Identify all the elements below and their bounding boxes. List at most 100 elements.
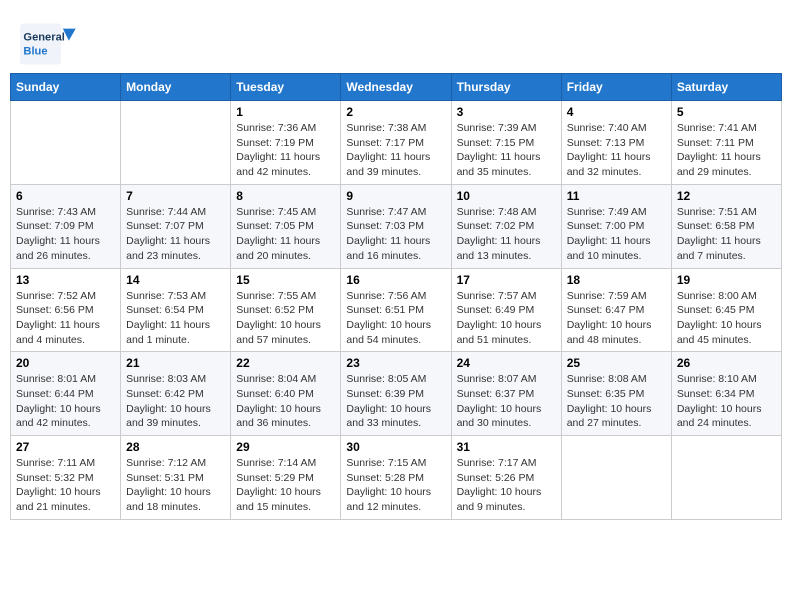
day-info: Sunrise: 7:55 AM Sunset: 6:52 PM Dayligh…	[236, 289, 335, 348]
calendar-week-row: 20 Sunrise: 8:01 AM Sunset: 6:44 PM Dayli…	[11, 352, 782, 436]
day-info: Sunrise: 8:00 AM Sunset: 6:45 PM Dayligh…	[677, 289, 776, 348]
calendar-week-row: 1 Sunrise: 7:36 AM Sunset: 7:19 PM Daylig…	[11, 101, 782, 185]
day-number: 30	[346, 440, 445, 454]
logo: General Blue	[20, 20, 80, 68]
calendar-cell: 21Sunrise: 8:03 AM Sunset: 6:42 PM Dayli…	[121, 352, 231, 436]
calendar-cell: 13 Sunrise: 7:52 AM Sunset: 6:56 PM Dayli…	[11, 268, 121, 352]
calendar-cell: 11Sunrise: 7:49 AM Sunset: 7:00 PM Dayli…	[561, 184, 671, 268]
calendar-cell: 9 Sunrise: 7:47 AM Sunset: 7:03 PM Daylig…	[341, 184, 451, 268]
weekday-header-tuesday: Tuesday	[231, 74, 341, 101]
day-info: Sunrise: 7:39 AM Sunset: 7:15 PM Dayligh…	[457, 121, 556, 180]
day-number: 6	[16, 189, 115, 203]
day-number: 21	[126, 356, 225, 370]
calendar-cell: 7 Sunrise: 7:44 AM Sunset: 7:07 PM Daylig…	[121, 184, 231, 268]
calendar-cell: 27 Sunrise: 7:11 AM Sunset: 5:32 PM Dayli…	[11, 436, 121, 520]
header: General Blue	[10, 10, 782, 73]
day-number: 27	[16, 440, 115, 454]
day-info: Sunrise: 7:52 AM Sunset: 6:56 PM Dayligh…	[16, 289, 115, 348]
day-info: Sunrise: 8:05 AM Sunset: 6:39 PM Dayligh…	[346, 372, 445, 431]
logo-svg: General Blue	[20, 20, 80, 68]
day-info: Sunrise: 8:10 AM Sunset: 6:34 PM Dayligh…	[677, 372, 776, 431]
weekday-header-thursday: Thursday	[451, 74, 561, 101]
day-info: Sunrise: 7:40 AM Sunset: 7:13 PM Dayligh…	[567, 121, 666, 180]
day-number: 24	[457, 356, 556, 370]
calendar-week-row: 27 Sunrise: 7:11 AM Sunset: 5:32 PM Dayli…	[11, 436, 782, 520]
day-number: 14	[126, 273, 225, 287]
day-info: Sunrise: 7:44 AM Sunset: 7:07 PM Dayligh…	[126, 205, 225, 264]
calendar-cell: 22 Sunrise: 8:04 AM Sunset: 6:40 PM Dayli…	[231, 352, 341, 436]
day-info: Sunrise: 7:53 AM Sunset: 6:54 PM Dayligh…	[126, 289, 225, 348]
day-info: Sunrise: 7:17 AM Sunset: 5:26 PM Dayligh…	[457, 456, 556, 515]
day-number: 9	[346, 189, 445, 203]
day-number: 15	[236, 273, 335, 287]
day-info: Sunrise: 8:04 AM Sunset: 6:40 PM Dayligh…	[236, 372, 335, 431]
day-number: 16	[346, 273, 445, 287]
calendar-cell: 17Sunrise: 7:57 AM Sunset: 6:49 PM Dayli…	[451, 268, 561, 352]
calendar-cell: 24 Sunrise: 8:07 AM Sunset: 6:37 PM Dayli…	[451, 352, 561, 436]
svg-text:General: General	[23, 32, 64, 44]
calendar-cell: 4 Sunrise: 7:40 AM Sunset: 7:13 PM Daylig…	[561, 101, 671, 185]
day-number: 3	[457, 105, 556, 119]
calendar-week-row: 13 Sunrise: 7:52 AM Sunset: 6:56 PM Dayli…	[11, 268, 782, 352]
calendar-cell: 25Sunrise: 8:08 AM Sunset: 6:35 PM Dayli…	[561, 352, 671, 436]
day-number: 20	[16, 356, 115, 370]
calendar-cell: 14 Sunrise: 7:53 AM Sunset: 6:54 PM Dayli…	[121, 268, 231, 352]
weekday-header-friday: Friday	[561, 74, 671, 101]
calendar-cell: 18 Sunrise: 7:59 AM Sunset: 6:47 PM Dayli…	[561, 268, 671, 352]
calendar-table: SundayMondayTuesdayWednesdayThursdayFrid…	[10, 73, 782, 520]
day-info: Sunrise: 8:08 AM Sunset: 6:35 PM Dayligh…	[567, 372, 666, 431]
calendar-cell	[11, 101, 121, 185]
day-number: 19	[677, 273, 776, 287]
day-number: 29	[236, 440, 335, 454]
day-number: 22	[236, 356, 335, 370]
day-info: Sunrise: 7:12 AM Sunset: 5:31 PM Dayligh…	[126, 456, 225, 515]
day-info: Sunrise: 7:48 AM Sunset: 7:02 PM Dayligh…	[457, 205, 556, 264]
day-number: 1	[236, 105, 335, 119]
calendar-cell: 6Sunrise: 7:43 AM Sunset: 7:09 PM Daylig…	[11, 184, 121, 268]
calendar-cell: 3 Sunrise: 7:39 AM Sunset: 7:15 PM Daylig…	[451, 101, 561, 185]
day-info: Sunrise: 7:14 AM Sunset: 5:29 PM Dayligh…	[236, 456, 335, 515]
calendar-cell: 2 Sunrise: 7:38 AM Sunset: 7:17 PM Daylig…	[341, 101, 451, 185]
day-info: Sunrise: 7:15 AM Sunset: 5:28 PM Dayligh…	[346, 456, 445, 515]
day-number: 18	[567, 273, 666, 287]
day-info: Sunrise: 7:59 AM Sunset: 6:47 PM Dayligh…	[567, 289, 666, 348]
day-number: 23	[346, 356, 445, 370]
calendar-week-row: 6Sunrise: 7:43 AM Sunset: 7:09 PM Daylig…	[11, 184, 782, 268]
day-info: Sunrise: 7:36 AM Sunset: 7:19 PM Dayligh…	[236, 121, 335, 180]
day-info: Sunrise: 8:01 AM Sunset: 6:44 PM Dayligh…	[16, 372, 115, 431]
day-number: 2	[346, 105, 445, 119]
calendar-cell: 30 Sunrise: 7:15 AM Sunset: 5:28 PM Dayli…	[341, 436, 451, 520]
calendar-cell: 29 Sunrise: 7:14 AM Sunset: 5:29 PM Dayli…	[231, 436, 341, 520]
calendar-cell: 26 Sunrise: 8:10 AM Sunset: 6:34 PM Dayli…	[671, 352, 781, 436]
day-info: Sunrise: 8:07 AM Sunset: 6:37 PM Dayligh…	[457, 372, 556, 431]
day-number: 5	[677, 105, 776, 119]
calendar-cell: 12Sunrise: 7:51 AM Sunset: 6:58 PM Dayli…	[671, 184, 781, 268]
calendar-cell: 19 Sunrise: 8:00 AM Sunset: 6:45 PM Dayli…	[671, 268, 781, 352]
calendar-cell: 28 Sunrise: 7:12 AM Sunset: 5:31 PM Dayli…	[121, 436, 231, 520]
day-number: 13	[16, 273, 115, 287]
day-info: Sunrise: 7:57 AM Sunset: 6:49 PM Dayligh…	[457, 289, 556, 348]
day-info: Sunrise: 7:56 AM Sunset: 6:51 PM Dayligh…	[346, 289, 445, 348]
day-info: Sunrise: 7:41 AM Sunset: 7:11 PM Dayligh…	[677, 121, 776, 180]
day-number: 26	[677, 356, 776, 370]
calendar-cell: 23 Sunrise: 8:05 AM Sunset: 6:39 PM Dayli…	[341, 352, 451, 436]
day-info: Sunrise: 7:38 AM Sunset: 7:17 PM Dayligh…	[346, 121, 445, 180]
day-number: 4	[567, 105, 666, 119]
calendar-cell: 10 Sunrise: 7:48 AM Sunset: 7:02 PM Dayli…	[451, 184, 561, 268]
svg-text:Blue: Blue	[23, 45, 47, 57]
weekday-header-sunday: Sunday	[11, 74, 121, 101]
day-info: Sunrise: 7:45 AM Sunset: 7:05 PM Dayligh…	[236, 205, 335, 264]
day-number: 28	[126, 440, 225, 454]
day-info: Sunrise: 7:11 AM Sunset: 5:32 PM Dayligh…	[16, 456, 115, 515]
day-info: Sunrise: 7:51 AM Sunset: 6:58 PM Dayligh…	[677, 205, 776, 264]
day-number: 7	[126, 189, 225, 203]
weekday-header-row: SundayMondayTuesdayWednesdayThursdayFrid…	[11, 74, 782, 101]
calendar-cell: 31Sunrise: 7:17 AM Sunset: 5:26 PM Dayli…	[451, 436, 561, 520]
calendar-cell: 16 Sunrise: 7:56 AM Sunset: 6:51 PM Dayli…	[341, 268, 451, 352]
calendar-cell: 1 Sunrise: 7:36 AM Sunset: 7:19 PM Daylig…	[231, 101, 341, 185]
calendar-cell	[671, 436, 781, 520]
calendar-cell	[121, 101, 231, 185]
day-info: Sunrise: 7:47 AM Sunset: 7:03 PM Dayligh…	[346, 205, 445, 264]
calendar-cell	[561, 436, 671, 520]
day-number: 10	[457, 189, 556, 203]
